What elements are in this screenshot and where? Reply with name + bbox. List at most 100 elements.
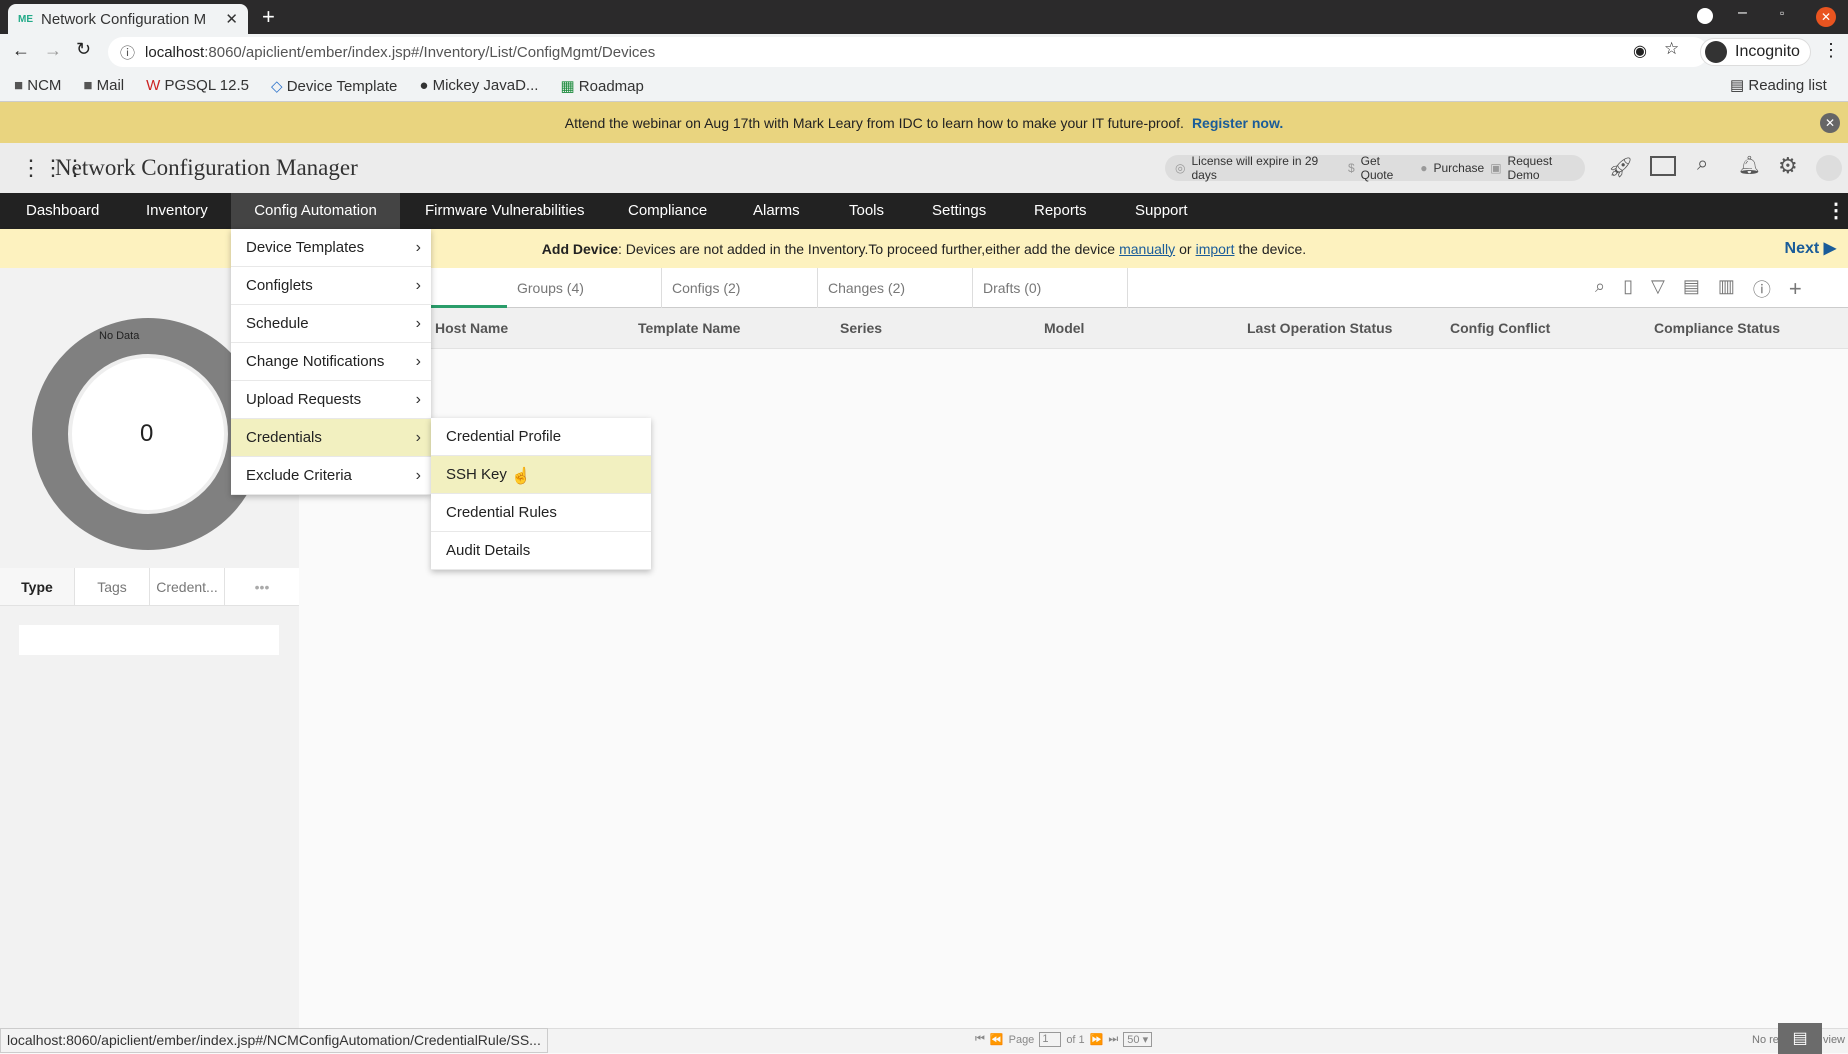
tab-search-icon[interactable] <box>1697 8 1713 24</box>
type-filter-box[interactable] <box>19 625 279 655</box>
reload-icon[interactable]: ↻ <box>76 39 91 60</box>
tab-drafts[interactable]: Drafts (0) <box>973 268 1128 308</box>
tab-credentials[interactable]: Credent... <box>150 568 225 605</box>
chevron-right-icon: › <box>415 277 421 294</box>
view-tabs: Groups (4) Configs (2) Changes (2) Draft… <box>299 268 1848 308</box>
pdf-icon[interactable]: ▯ <box>1623 276 1633 302</box>
col-template-name[interactable]: Template Name <box>638 308 740 349</box>
url-bar[interactable]: ⓘ localhost:8060/apiclient/ember/index.j… <box>108 37 1708 67</box>
col-config-conflict[interactable]: Config Conflict <box>1450 308 1550 349</box>
close-window-icon[interactable]: ✕ <box>1816 7 1836 27</box>
manually-link[interactable]: manually <box>1119 241 1175 257</box>
more-tabs-icon[interactable]: ••• <box>225 568 299 605</box>
register-link[interactable]: Register now. <box>1192 115 1283 131</box>
tab-changes[interactable]: Changes (2) <box>818 268 973 308</box>
chat-icon[interactable]: ▤ <box>1778 1023 1822 1054</box>
nav-firmware[interactable]: Firmware Vulnerabilities <box>425 193 585 229</box>
nav-alarms[interactable]: Alarms <box>753 193 800 229</box>
import-link[interactable]: import <box>1196 241 1235 257</box>
nav-dashboard[interactable]: Dashboard <box>26 193 99 229</box>
gear-icon[interactable]: ⚙ <box>1778 153 1798 179</box>
table-header: Host Name Template Name Series Model Las… <box>299 308 1848 349</box>
maximize-icon[interactable]: ▫ <box>1780 6 1784 20</box>
menu-credentials[interactable]: Credentials › <box>231 419 431 457</box>
license-text: License will expire in 29 days <box>1191 154 1319 182</box>
first-page-icon[interactable]: ⏮ <box>975 1033 985 1046</box>
col-compliance-status[interactable]: Compliance Status <box>1654 308 1780 349</box>
add-icon[interactable]: + <box>1789 276 1802 302</box>
next-page-icon[interactable]: ⏩ <box>1090 1033 1104 1046</box>
col-host-name[interactable]: Host Name <box>435 308 508 349</box>
back-icon[interactable]: ← <box>12 40 30 61</box>
avatar[interactable] <box>1816 155 1842 181</box>
minimize-icon[interactable]: – <box>1738 4 1747 22</box>
last-page-icon[interactable]: ⏭ <box>1108 1033 1118 1046</box>
get-quote-link[interactable]: Get Quote <box>1361 154 1415 182</box>
menu-exclude-criteria[interactable]: Exclude Criteria › <box>231 457 431 495</box>
menu-change-notifications[interactable]: Change Notifications › <box>231 343 431 381</box>
presentation-icon[interactable] <box>1650 156 1676 176</box>
help-icon[interactable]: ⓘ <box>1753 276 1771 302</box>
eye-off-icon[interactable]: ◉ <box>1633 41 1647 61</box>
col-last-operation-status[interactable]: Last Operation Status <box>1247 308 1392 349</box>
bookmark-device-template[interactable]: ◇ Device Template <box>271 77 397 95</box>
close-banner-icon[interactable]: ✕ <box>1820 113 1840 133</box>
export-icon[interactable]: ▥ <box>1718 276 1735 302</box>
bookmark-mail[interactable]: ■ Mail <box>83 77 124 94</box>
tab-tags[interactable]: Tags <box>75 568 150 605</box>
browser-tab[interactable]: ME Network Configuration M ✕ <box>8 4 248 34</box>
page-label: Page <box>1008 1033 1035 1046</box>
nav-support[interactable]: Support <box>1135 193 1188 229</box>
submenu-ssh-key[interactable]: SSH Key ☝ <box>431 456 651 494</box>
tab-type[interactable]: Type <box>0 568 75 605</box>
close-tab-icon[interactable]: ✕ <box>225 10 238 28</box>
submenu-credential-rules[interactable]: Credential Rules <box>431 494 651 532</box>
tab-configs[interactable]: Configs (2) <box>662 268 818 308</box>
report-search-icon[interactable]: ▤ <box>1683 276 1700 302</box>
bookmark-label: Mickey JavaD... <box>432 77 539 94</box>
bookmark-label: Mail <box>96 77 125 94</box>
new-tab-icon[interactable]: + <box>262 4 275 30</box>
purchase-link[interactable]: Purchase <box>1433 161 1484 175</box>
filter-icon[interactable]: ▽ <box>1651 276 1665 302</box>
tab-groups[interactable]: Groups (4) <box>507 268 662 308</box>
nav-inventory[interactable]: Inventory <box>146 193 208 229</box>
forward-icon[interactable]: → <box>44 40 62 61</box>
menu-device-templates[interactable]: Device Templates › <box>231 229 431 267</box>
nav-reports[interactable]: Reports <box>1034 193 1087 229</box>
globe-icon: ● <box>419 77 429 94</box>
nav-compliance[interactable]: Compliance <box>628 193 707 229</box>
page-input[interactable]: 1 <box>1039 1032 1062 1047</box>
search-icon[interactable]: ⌕ <box>1595 276 1605 302</box>
request-demo-link[interactable]: Request Demo <box>1508 154 1585 182</box>
submenu-audit-details[interactable]: Audit Details <box>431 532 651 570</box>
bookmark-roadmap[interactable]: ▦ Roadmap <box>560 77 643 95</box>
browser-menu-icon[interactable]: ⋮ <box>1822 40 1840 61</box>
bookmark-ncm[interactable]: ■ NCM <box>14 77 61 94</box>
next-button[interactable]: Next ▶ <box>1785 238 1836 258</box>
app-favicon-icon: ME <box>18 13 33 25</box>
prev-page-icon[interactable]: ⏪ <box>990 1033 1004 1046</box>
menu-schedule[interactable]: Schedule › <box>231 305 431 343</box>
submenu-credential-profile[interactable]: Credential Profile <box>431 418 651 456</box>
reading-list[interactable]: ▤ Reading list <box>1730 76 1827 94</box>
rocket-icon[interactable]: 🚀︎ <box>1608 155 1633 180</box>
nav-settings[interactable]: Settings <box>932 193 986 229</box>
hand-cursor-icon: ☝ <box>511 468 531 485</box>
nav-config-automation[interactable]: Config Automation <box>231 193 400 229</box>
license-icon: ◎ <box>1175 161 1186 175</box>
bookmark-mickey[interactable]: ● Mickey JavaD... <box>419 77 538 94</box>
menu-upload-requests[interactable]: Upload Requests › <box>231 381 431 419</box>
more-menu-icon[interactable]: ⋮ <box>1826 193 1846 229</box>
incognito-badge[interactable]: Incognito <box>1700 38 1811 66</box>
menu-configlets[interactable]: Configlets › <box>231 267 431 305</box>
info-icon[interactable]: ⓘ <box>120 42 135 63</box>
nav-tools[interactable]: Tools <box>849 193 884 229</box>
col-series[interactable]: Series <box>840 308 882 349</box>
per-page-select[interactable]: 50 ▾ <box>1123 1032 1153 1047</box>
star-icon[interactable]: ☆ <box>1664 39 1679 59</box>
bookmark-pgsql[interactable]: W PGSQL 12.5 <box>146 77 249 94</box>
col-model[interactable]: Model <box>1044 308 1084 349</box>
search-icon[interactable]: ⌕ <box>1697 153 1708 176</box>
bell-icon[interactable]: 🔔︎ <box>1738 155 1761 176</box>
